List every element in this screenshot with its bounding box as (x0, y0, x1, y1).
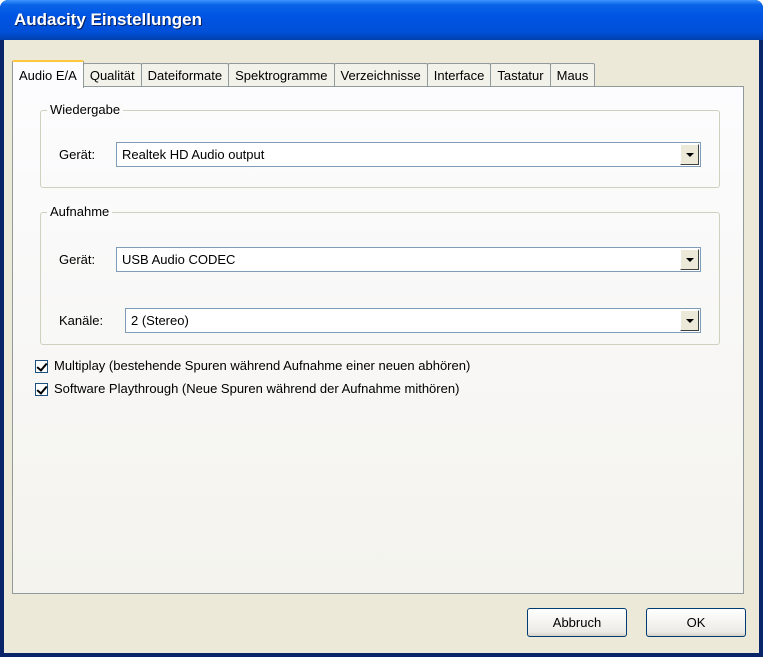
preferences-window: Audacity Einstellungen Audio E/A Qualitä… (0, 0, 763, 657)
ok-button[interactable]: OK (646, 608, 746, 637)
window-title: Audacity Einstellungen (0, 0, 763, 40)
software-playthrough-label: Software Playthrough (Neue Spuren währen… (54, 381, 460, 396)
channels-value: 2 (Stereo) (131, 313, 189, 328)
tab-strip: Audio E/A Qualität Dateiformate Spektrog… (12, 60, 752, 88)
software-playthrough-option[interactable]: Software Playthrough (Neue Spuren währen… (35, 381, 459, 397)
playback-device-value: Realtek HD Audio output (122, 147, 265, 162)
playback-group-label: Wiedergabe (47, 102, 124, 118)
software-playthrough-checkbox[interactable] (35, 382, 48, 396)
dialog-client-area: Audio E/A Qualität Dateiformate Spektrog… (4, 40, 759, 653)
recording-device-select[interactable]: USB Audio CODEC (116, 247, 701, 272)
multiplay-option[interactable]: Multiplay (bestehende Spuren während Auf… (35, 358, 470, 374)
recording-group-label: Aufnahme (47, 204, 113, 220)
tab-panel-audio-io: Wiedergabe Gerät: Realtek HD Audio outpu… (12, 86, 744, 594)
tab-quality[interactable]: Qualität (82, 63, 142, 87)
tab-interface[interactable]: Interface (426, 63, 492, 87)
chevron-down-icon (685, 318, 694, 323)
recording-device-dropdown-button[interactable] (680, 249, 699, 270)
recording-device-label: Gerät: (59, 252, 96, 267)
cancel-button[interactable]: Abbruch (527, 608, 627, 637)
chevron-down-icon (685, 257, 694, 262)
chevron-down-icon (685, 152, 694, 157)
tab-audio-io[interactable]: Audio E/A (12, 60, 84, 88)
tab-file-formats[interactable]: Dateiformate (140, 63, 230, 87)
playback-device-dropdown-button[interactable] (680, 144, 699, 165)
playback-group: Wiedergabe Gerät: Realtek HD Audio outpu… (40, 102, 720, 188)
playback-device-label: Gerät: (59, 147, 96, 162)
channels-dropdown-button[interactable] (680, 310, 699, 331)
tab-keyboard[interactable]: Tastatur (490, 63, 551, 87)
multiplay-checkbox[interactable] (35, 359, 48, 373)
multiplay-label: Multiplay (bestehende Spuren während Auf… (54, 358, 471, 373)
checkmark-icon (36, 382, 48, 395)
tab-mouse[interactable]: Maus (549, 63, 596, 87)
recording-group: Aufnahme Gerät: USB Audio CODEC Kanäle: … (40, 204, 720, 345)
tab-spectrograms[interactable]: Spektrogramme (228, 63, 335, 87)
recording-device-value: USB Audio CODEC (122, 252, 236, 267)
channels-label: Kanäle: (59, 313, 104, 328)
tab-directories[interactable]: Verzeichnisse (333, 63, 428, 87)
playback-device-select[interactable]: Realtek HD Audio output (116, 142, 701, 167)
channels-select[interactable]: 2 (Stereo) (125, 308, 701, 333)
checkmark-icon (36, 359, 48, 372)
